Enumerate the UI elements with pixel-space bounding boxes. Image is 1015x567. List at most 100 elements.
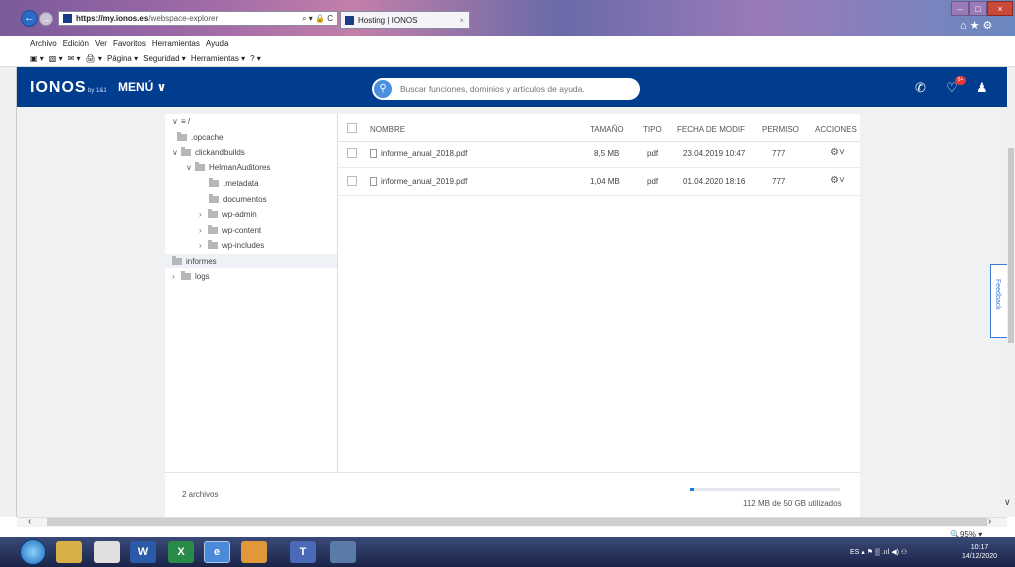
folder-icon [208, 224, 218, 234]
app-icon[interactable] [330, 541, 356, 563]
file-permissions: 777 [772, 177, 786, 186]
minimize-button[interactable]: – [951, 1, 969, 16]
system-tray[interactable]: ES ▴ ⚑ ▒ .ııl ◀) ⚇ [850, 548, 907, 556]
browser-tab[interactable]: Hosting | IONOS × [340, 11, 470, 29]
explorer-icon[interactable] [56, 541, 82, 563]
file-name[interactable]: informe_anual_2019.pdf [381, 177, 467, 186]
file-date: 23.04.2019 10:47 [683, 149, 746, 158]
tree-item-documentos[interactable]: documentos [209, 192, 267, 206]
ionos-logo[interactable]: IONOS [30, 79, 87, 97]
mail-app-icon[interactable] [241, 541, 267, 563]
chevron-down-icon[interactable]: ∨ [1004, 497, 1011, 508]
horizontal-scroll-thumb[interactable] [47, 518, 987, 526]
cmd-pagina[interactable]: Página ▾ [107, 54, 138, 63]
file-type: pdf [647, 149, 659, 158]
url-path: /webspace-explorer [148, 14, 219, 23]
tree-item-helmanauditores[interactable]: ∨ HelmanAuditores [186, 160, 270, 174]
menu-ver[interactable]: Ver [95, 39, 107, 48]
address-bar[interactable]: https://my.ionos.es /webspace-explorer ⌕… [58, 11, 338, 26]
close-window-button[interactable]: × [987, 1, 1013, 16]
browser-menubar: Archivo Edición Ver Favoritos Herramient… [0, 36, 1015, 50]
folder-icon [208, 208, 218, 218]
feedback-tab[interactable]: Feedback [990, 264, 1007, 338]
start-button[interactable] [20, 539, 46, 565]
cmd-feeds-icon[interactable]: ▧ ▾ [49, 54, 63, 63]
scroll-right-icon[interactable]: › [988, 516, 991, 527]
select-all-checkbox[interactable] [347, 123, 357, 133]
teams-icon[interactable]: T [290, 541, 316, 563]
tree-item-wp-content[interactable]: › wp-content [199, 223, 261, 237]
tree-item-clickandbuilds[interactable]: ∨ clickandbuilds [172, 145, 245, 159]
address-tools-icon[interactable]: ⌕ ▾ 🔒 C [302, 14, 333, 24]
internet-explorer-icon[interactable]: e [204, 541, 230, 563]
window-controls: – □ × [951, 1, 1013, 16]
folder-icon [181, 146, 191, 156]
back-button[interactable]: ← [21, 10, 38, 27]
maximize-button[interactable]: □ [969, 1, 987, 16]
folder-icon [172, 255, 182, 265]
gear-icon[interactable]: ⚙˅ [830, 147, 845, 158]
menu-herramientas[interactable]: Herramientas [152, 39, 200, 48]
clock-date: 14/12/2020 [962, 553, 998, 560]
cmd-help-icon[interactable]: ? ▾ [250, 54, 261, 63]
tree-item-label: wp-admin [222, 209, 257, 219]
tree-item-wp-admin[interactable]: › wp-admin [199, 207, 257, 221]
menu-favoritos[interactable]: Favoritos [113, 39, 146, 48]
search-icon[interactable]: ⚲ [374, 80, 392, 98]
chevron-down-icon[interactable]: ∨ [186, 163, 195, 172]
chevron-right-icon[interactable]: › [199, 210, 208, 219]
scroll-left-icon[interactable]: ‹ [28, 516, 31, 527]
tree-item-label: .opcache [191, 132, 224, 142]
forward-button[interactable]: → [39, 12, 53, 26]
row-checkbox[interactable] [347, 176, 357, 186]
column-permissions[interactable]: PERMISO [762, 125, 799, 134]
column-size[interactable]: TAMAÑO [590, 125, 624, 134]
chrome-icon[interactable] [94, 541, 120, 563]
chevron-right-icon[interactable]: › [199, 241, 208, 250]
user-icon[interactable]: ♟ [976, 80, 988, 96]
menu-edicion[interactable]: Edición [63, 39, 89, 48]
cmd-print-icon[interactable]: 🖨 ▾ [86, 54, 102, 63]
column-name[interactable]: NOMBRE [370, 125, 405, 134]
tree-root[interactable]: ∨ ≡ / [172, 114, 190, 128]
site-favicon-icon [63, 14, 72, 23]
search-input[interactable] [400, 84, 635, 94]
chevron-down-icon[interactable]: ∨ [172, 148, 181, 157]
tree-item-logs[interactable]: › logs [172, 269, 210, 283]
gear-icon[interactable]: ⚙˅ [830, 175, 845, 186]
word-icon[interactable]: W [130, 541, 156, 563]
tree-item-label: HelmanAuditores [209, 162, 271, 172]
cmd-mail-icon[interactable]: ✉ ▾ [68, 54, 81, 63]
tree-item-label: wp-content [222, 225, 262, 235]
tree-item-wp-includes[interactable]: › wp-includes [199, 238, 264, 252]
menu-ayuda[interactable]: Ayuda [206, 39, 229, 48]
browser-command-bar: ▣ ▾ ▧ ▾ ✉ ▾ 🖨 ▾ Página ▾ Seguridad ▾ Her… [0, 50, 1015, 67]
tree-item-informes[interactable]: informes [172, 254, 217, 268]
cmd-seguridad[interactable]: Seguridad ▾ [143, 54, 186, 63]
chevron-right-icon[interactable]: › [199, 226, 208, 235]
tab-close-icon[interactable]: × [459, 16, 464, 25]
chevron-right-icon[interactable]: › [172, 272, 181, 281]
cmd-herramientas[interactable]: Herramientas ▾ [191, 54, 245, 63]
search-bar[interactable]: ⚲ [372, 78, 640, 100]
phone-icon[interactable]: ✆ [915, 80, 926, 96]
excel-icon[interactable]: X [168, 541, 194, 563]
ionos-logo-sub: by 1&1 [88, 88, 107, 94]
row-checkbox[interactable] [347, 148, 357, 158]
cmd-home-icon[interactable]: ▣ ▾ [30, 54, 44, 63]
file-permissions: 777 [772, 149, 786, 158]
taskbar-clock[interactable]: 10:17 14/12/2020 [962, 543, 997, 561]
explorer-footer [165, 472, 860, 517]
tree-item-label: .metadata [223, 178, 259, 188]
tree-root-label: ≡ / [181, 116, 191, 126]
file-name[interactable]: informe_anual_2018.pdf [381, 149, 467, 158]
vertical-scroll-thumb[interactable] [1008, 148, 1014, 343]
main-menu-button[interactable]: MENÚ ∨ [118, 80, 166, 94]
tree-item-opcache[interactable]: .opcache [177, 130, 223, 144]
column-type[interactable]: TIPO [643, 125, 662, 134]
column-date[interactable]: FECHA DE MODIF [677, 125, 745, 134]
home-favorites-settings-icon[interactable]: ⌂★⚙ [960, 19, 995, 32]
tree-item-metadata[interactable]: .metadata [209, 176, 259, 190]
menu-archivo[interactable]: Archivo [30, 39, 57, 48]
tab-favicon-icon [345, 15, 354, 25]
